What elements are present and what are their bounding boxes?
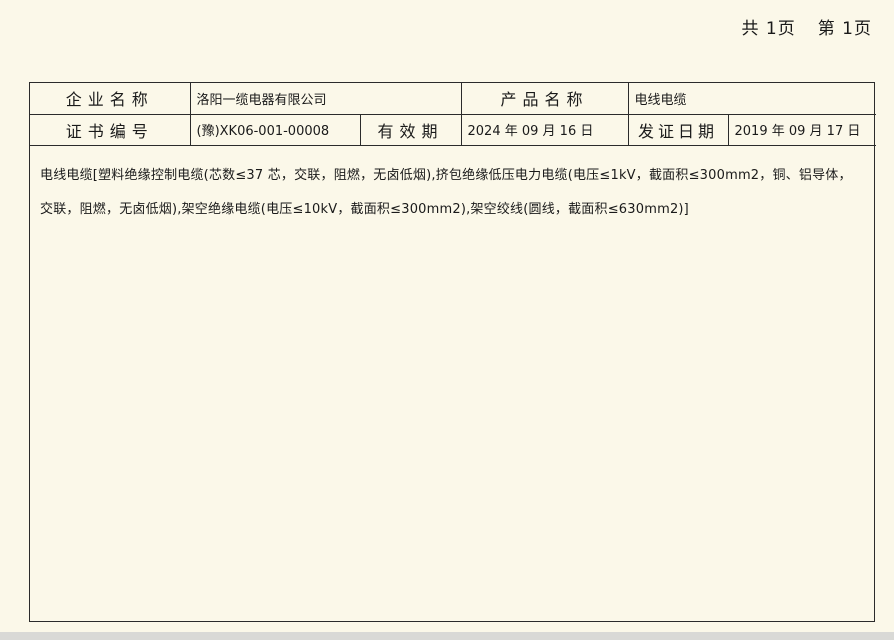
company-name-value: 洛阳一缆电器有限公司 <box>189 83 462 115</box>
certificate-sheet: 企业名称 洛阳一缆电器有限公司 产品名称 电线电缆 证书编号 (豫)XK06-0… <box>29 82 877 622</box>
table-row: 证书编号 (豫)XK06-001-00008 有效期 2024 年 09 月 1… <box>30 113 877 146</box>
validity-label: 有效期 <box>359 113 462 146</box>
issue-date-label: 发证日期 <box>627 113 729 146</box>
company-name-label: 企业名称 <box>30 83 191 115</box>
bottom-scroll-edge <box>0 632 894 640</box>
certificate-number-label: 证书编号 <box>30 113 191 146</box>
page-count: 共 1页 第 1页 <box>742 14 872 39</box>
product-scope-text: 电线电缆[塑料绝缘控制电缆(芯数≤37 芯，交联，阻燃，无卤低烟),挤包绝缘低压… <box>40 167 852 217</box>
total-pages-text: 共 1页 <box>741 19 796 39</box>
certificate-number-value: (豫)XK06-001-00008 <box>189 113 361 146</box>
certificate-info-table: 企业名称 洛阳一缆电器有限公司 产品名称 电线电缆 证书编号 (豫)XK06-0… <box>30 83 877 146</box>
validity-value: 2024 年 09 月 16 日 <box>460 113 629 146</box>
current-page-text: 第 1页 <box>817 19 872 39</box>
product-name-label: 产品名称 <box>460 83 629 115</box>
table-row: 企业名称 洛阳一缆电器有限公司 产品名称 电线电缆 <box>30 83 877 115</box>
issue-date-value: 2019 年 09 月 17 日 <box>727 113 877 146</box>
product-name-value: 电线电缆 <box>627 83 877 115</box>
